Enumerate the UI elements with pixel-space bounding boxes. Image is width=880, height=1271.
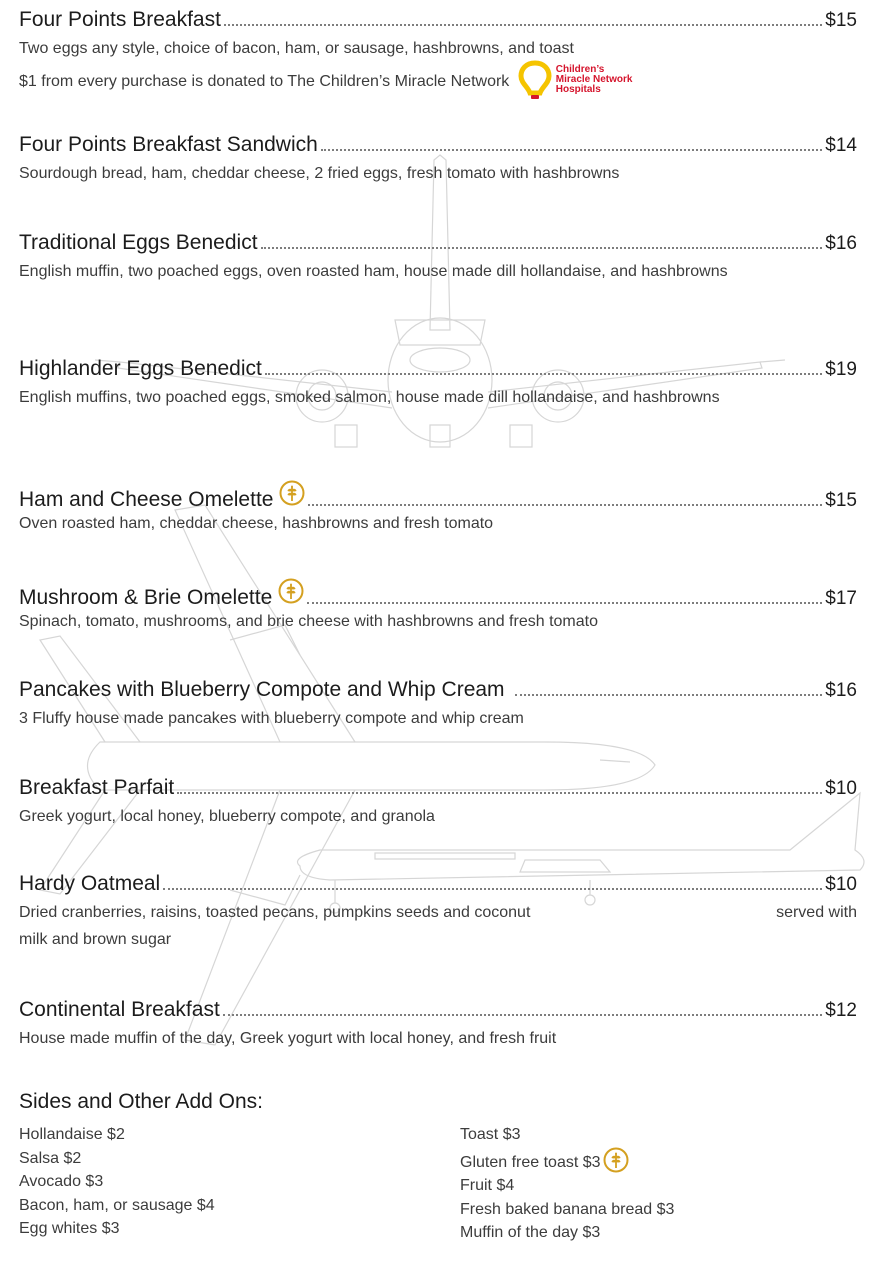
childrens-miracle-network-logo: Children’s Miracle Network Hospitals — [518, 60, 633, 100]
dot-leader — [514, 694, 823, 696]
side-item-label: Gluten free toast $3 — [460, 1153, 601, 1171]
side-item: Egg whites $3 — [19, 1220, 120, 1237]
wheat-icon — [603, 1147, 629, 1172]
wheat-icon — [279, 480, 305, 506]
item-name: Breakfast Parfait — [19, 776, 175, 799]
side-item: Fruit $4 — [460, 1177, 515, 1194]
menu-item: Continental Breakfast $12 House made muf… — [19, 995, 857, 1052]
sides-column-right: Toast $3 Gluten free toast $3 Fruit $4 F… — [460, 1123, 857, 1245]
sides-title: Sides and Other Add Ons: — [19, 1090, 263, 1113]
item-price: $16 — [825, 233, 857, 254]
item-price: $14 — [825, 135, 857, 156]
item-description: Spinach, tomato, mushrooms, and brie che… — [19, 613, 598, 630]
item-price: $16 — [825, 680, 857, 701]
item-title-row: Breakfast Parfait $10 — [19, 773, 857, 803]
item-title-row: Four Points Breakfast $15 — [19, 5, 857, 35]
side-item: Avocado $3 — [19, 1173, 104, 1190]
item-price: $15 — [825, 10, 857, 31]
menu-item: Traditional Eggs Benedict $16 English mu… — [19, 228, 857, 285]
sides-columns: Hollandaise $2 Salsa $2 Avocado $3 Bacon… — [19, 1123, 857, 1245]
menu-item: Pancakes with Blueberry Compote and Whip… — [19, 675, 857, 732]
item-title-row: Mushroom & Brie Omelette $17 — [19, 578, 857, 609]
menu-item: Highlander Eggs Benedict $19 English muf… — [19, 354, 857, 411]
item-name: Pancakes with Blueberry Compote and Whip… — [19, 678, 505, 701]
wheat-icon — [278, 578, 304, 604]
side-item: Fresh baked banana bread $3 — [460, 1200, 675, 1218]
item-description: Sourdough bread, ham, cheddar cheese, 2 … — [19, 165, 620, 182]
dot-leader — [308, 504, 823, 506]
item-name: Four Points Breakfast Sandwich — [19, 133, 318, 156]
dot-leader — [260, 247, 823, 249]
item-description-main: Dried cranberries, raisins, toasted peca… — [19, 904, 531, 921]
item-name: Four Points Breakfast — [19, 8, 221, 31]
menu-item: Four Points Breakfast $15 Two eggs any s… — [19, 5, 857, 102]
menu-item: Ham and Cheese Omelette $15 Oven roasted… — [19, 480, 857, 537]
cmn-logo-text: Children’s Miracle Network Hospitals — [555, 64, 633, 95]
item-description: Two eggs any style, choice of bacon, ham… — [19, 40, 574, 57]
item-description-right: served with — [776, 904, 857, 921]
dot-leader — [222, 1014, 823, 1016]
item-name: Highlander Eggs Benedict — [19, 357, 262, 380]
item-donation-note: $1 from every purchase is donated to The… — [19, 60, 857, 102]
menu-item: Hardy Oatmeal $10 Dried cranberries, rai… — [19, 869, 857, 953]
dot-leader — [177, 792, 823, 794]
item-title-row: Ham and Cheese Omelette $15 — [19, 480, 857, 511]
menu-item: Mushroom & Brie Omelette $17 Spinach, to… — [19, 578, 857, 635]
side-item: Bacon, ham, or sausage $4 — [19, 1196, 215, 1214]
side-item: Salsa $2 — [19, 1149, 82, 1167]
item-title-row: Traditional Eggs Benedict $16 — [19, 228, 857, 258]
dot-leader — [264, 373, 823, 375]
item-description: Dried cranberries, raisins, toasted peca… — [19, 899, 857, 926]
item-title-row: Hardy Oatmeal $10 — [19, 869, 857, 899]
dot-leader — [320, 149, 823, 151]
item-price: $19 — [825, 359, 857, 380]
item-description: House made muffin of the day, Greek yogu… — [19, 1030, 557, 1047]
item-description: Oven roasted ham, cheddar cheese, hashbr… — [19, 515, 494, 532]
item-name: Continental Breakfast — [19, 998, 220, 1021]
sides-column-left: Hollandaise $2 Salsa $2 Avocado $3 Bacon… — [19, 1123, 460, 1245]
item-name: Traditional Eggs Benedict — [19, 231, 258, 254]
item-title-row: Highlander Eggs Benedict $19 — [19, 354, 857, 384]
dot-leader — [307, 602, 823, 604]
item-name: Hardy Oatmeal — [19, 872, 161, 895]
item-description-continued: milk and brown sugar — [19, 931, 172, 948]
lightbulb-logo-icon — [518, 60, 552, 99]
side-item: Muffin of the day $3 — [460, 1224, 601, 1241]
airplane-watermark — [39, 154, 865, 1046]
menu-item: Four Points Breakfast Sandwich $14 Sourd… — [19, 130, 857, 187]
sides-section: Sides and Other Add Ons: Hollandaise $2 … — [19, 1087, 857, 1245]
donation-text: $1 from every purchase is donated to The… — [19, 73, 510, 91]
dot-leader — [163, 888, 823, 890]
item-title-row: Continental Breakfast $12 — [19, 995, 857, 1025]
item-description: English muffins, two poached eggs, smoke… — [19, 389, 720, 406]
item-price: $10 — [825, 874, 857, 895]
item-title-row: Pancakes with Blueberry Compote and Whip… — [19, 675, 857, 705]
item-title-row: Four Points Breakfast Sandwich $14 — [19, 130, 857, 160]
item-price: $12 — [825, 1000, 857, 1021]
side-item-gluten-free: Gluten free toast $3 — [460, 1147, 857, 1175]
item-description: Greek yogurt, local honey, blueberry com… — [19, 808, 435, 825]
item-description: English muffin, two poached eggs, oven r… — [19, 263, 728, 280]
item-price: $10 — [825, 778, 857, 799]
item-price: $15 — [825, 490, 857, 511]
dot-leader — [223, 24, 823, 26]
item-description: 3 Fluffy house made pancakes with bluebe… — [19, 710, 524, 727]
menu-item: Breakfast Parfait $10 Greek yogurt, loca… — [19, 773, 857, 830]
side-item: Toast $3 — [460, 1126, 521, 1143]
side-item: Hollandaise $2 — [19, 1126, 125, 1143]
item-price: $17 — [825, 588, 857, 609]
